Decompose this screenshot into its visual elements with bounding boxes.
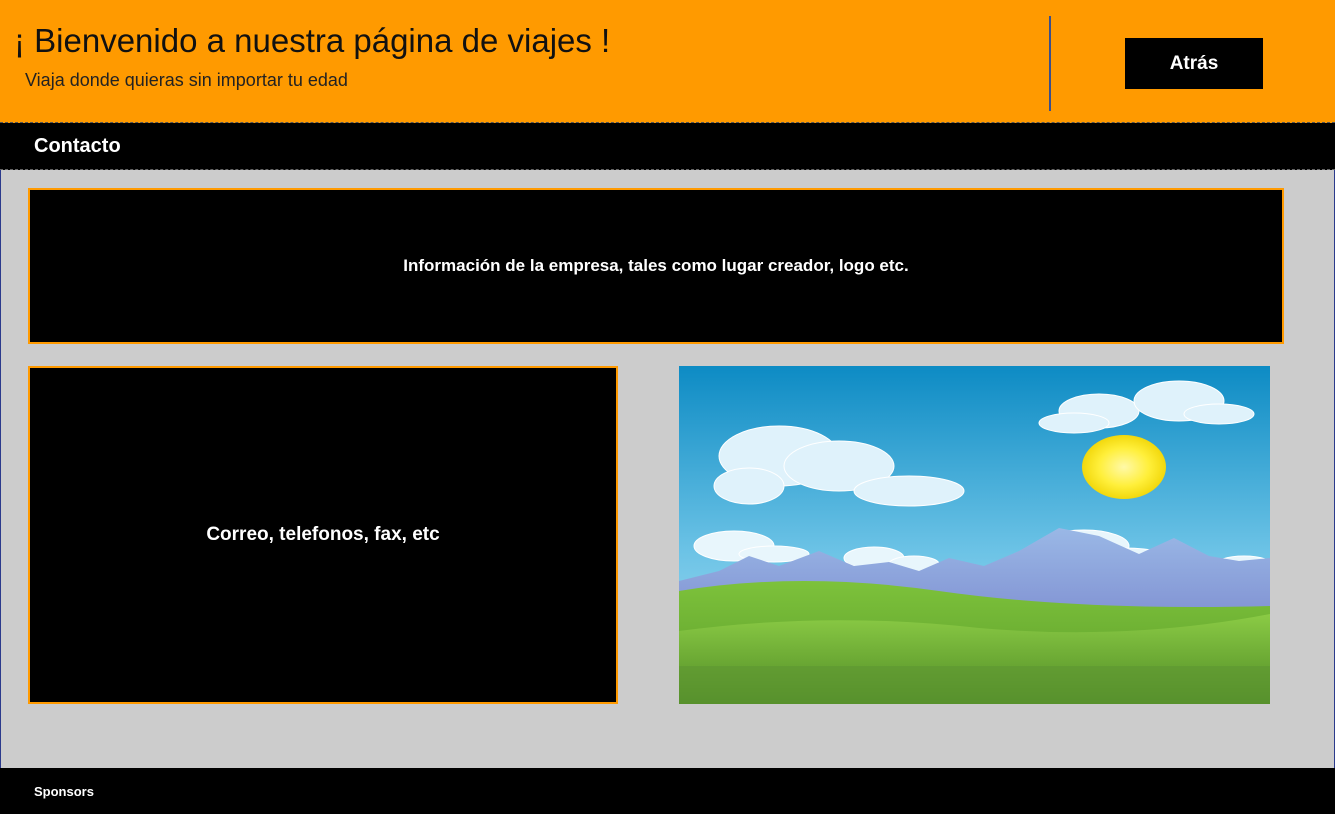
company-info-box: Información de la empresa, tales como lu… — [28, 188, 1284, 344]
footer: Sponsors — [0, 768, 1335, 814]
company-info-text: Información de la empresa, tales como lu… — [403, 256, 909, 275]
sun-icon — [1082, 435, 1166, 499]
contact-info-text: Correo, telefonos, fax, etc — [206, 524, 440, 545]
sponsors-label: Sponsors — [34, 784, 94, 799]
back-button[interactable]: Atrás — [1125, 38, 1263, 89]
landscape-image — [679, 366, 1270, 704]
contact-info-box: Correo, telefonos, fax, etc — [28, 366, 618, 704]
page-title: ¡ Bienvenido a nuestra página de viajes … — [14, 22, 611, 59]
nav-link-contacto[interactable]: Contacto — [34, 135, 121, 158]
page-subtitle: Viaja donde quieras sin importar tu edad — [25, 70, 348, 90]
navbar: Contacto — [0, 123, 1335, 170]
header-divider — [1049, 16, 1051, 111]
header: ¡ Bienvenido a nuestra página de viajes … — [0, 0, 1335, 123]
grass — [679, 666, 1270, 704]
